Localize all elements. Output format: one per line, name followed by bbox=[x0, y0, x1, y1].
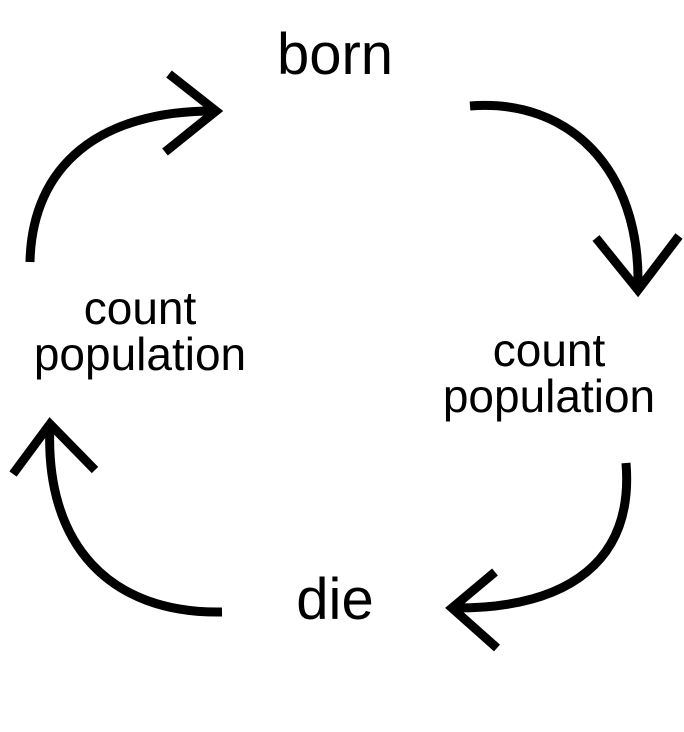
arrow-born-to-count-icon bbox=[469, 100, 683, 298]
node-left-line-2: population bbox=[33, 328, 247, 380]
arrow-count-to-die-icon bbox=[445, 462, 632, 652]
arrow-count-to-born-icon bbox=[25, 70, 224, 263]
node-die-label: die bbox=[296, 567, 374, 632]
node-count-population-right: count population bbox=[414, 327, 684, 419]
node-die: die bbox=[250, 567, 420, 633]
arrow-die-to-count-icon bbox=[9, 417, 223, 617]
node-right-line-2: population bbox=[442, 370, 656, 422]
node-count-population-left: count population bbox=[0, 285, 280, 377]
node-born-label: born bbox=[276, 22, 394, 87]
node-right-line-1: count bbox=[492, 324, 606, 376]
node-born: born bbox=[235, 22, 435, 88]
cycle-diagram: born count population die count populati… bbox=[0, 0, 684, 732]
node-left-line-1: count bbox=[83, 282, 197, 334]
